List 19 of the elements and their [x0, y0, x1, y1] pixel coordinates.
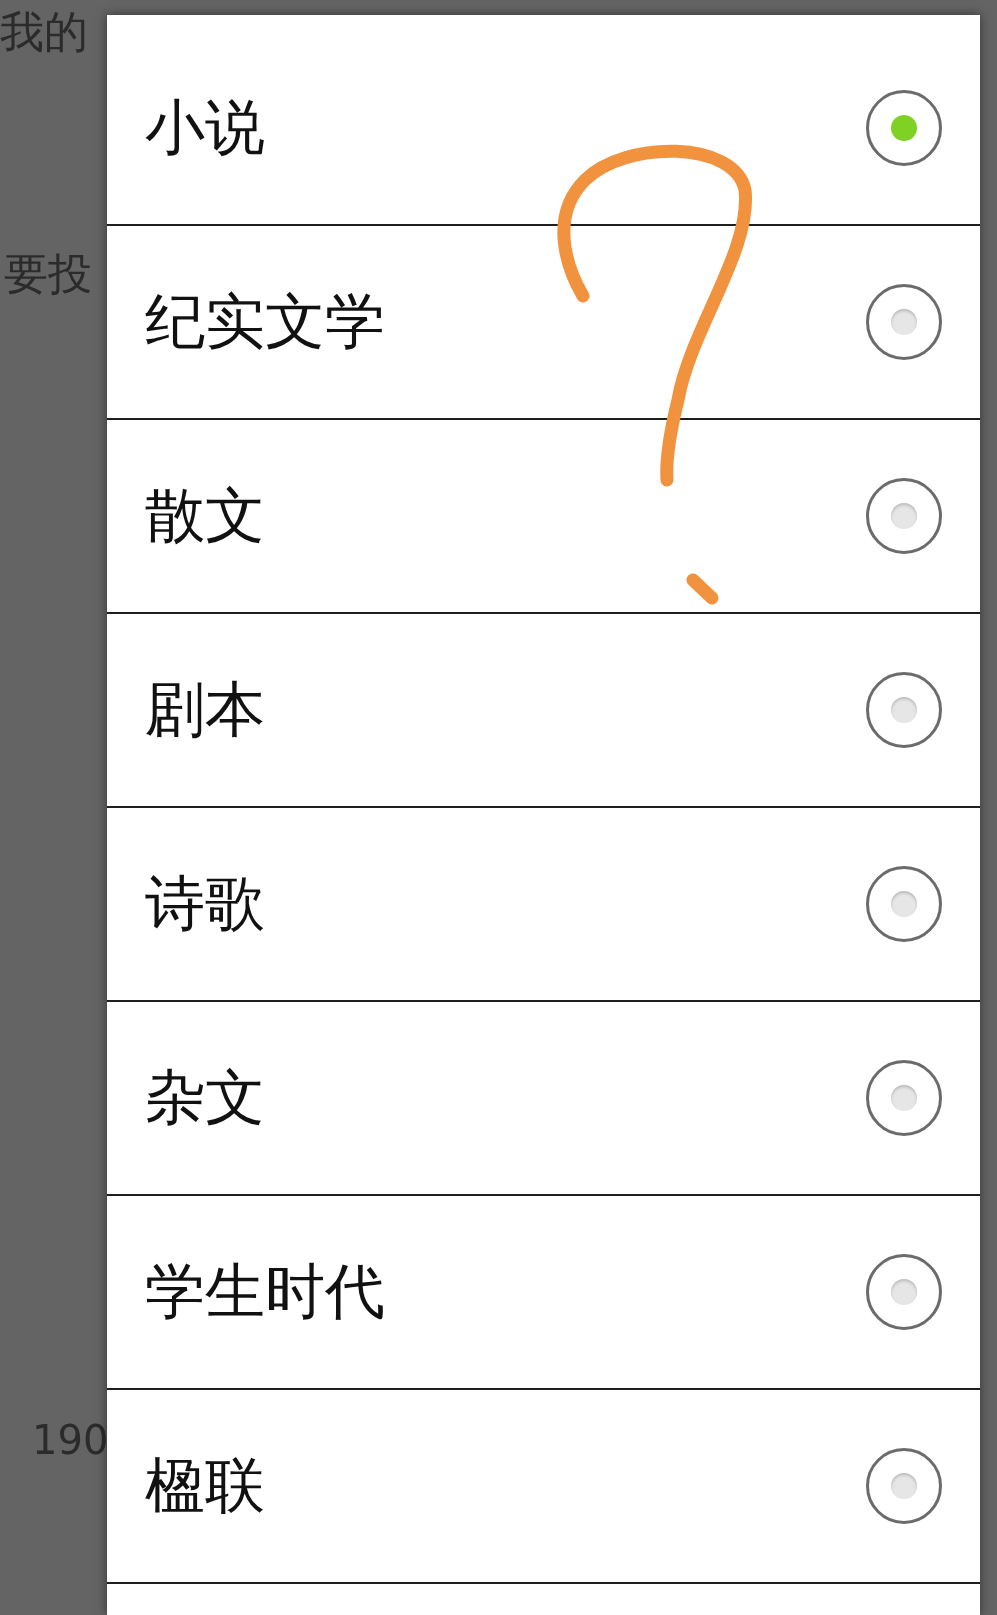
option-label: 散文	[145, 478, 266, 552]
radio-button[interactable]	[866, 1448, 942, 1524]
option-label: 诗歌	[145, 866, 266, 940]
option-label: 学生时代	[145, 1254, 386, 1328]
radio-button[interactable]	[866, 1254, 942, 1330]
radio-button[interactable]	[866, 284, 942, 360]
radio-button[interactable]	[866, 866, 942, 942]
radio-button[interactable]	[866, 672, 942, 748]
option-label: 小说	[145, 90, 266, 164]
radio-button[interactable]	[866, 1060, 942, 1136]
option-label: 剧本	[145, 672, 266, 746]
radio-button[interactable]	[866, 478, 942, 554]
option-label: 杂文	[145, 1060, 266, 1134]
background-text: 要投	[4, 250, 92, 299]
radio-button[interactable]	[866, 90, 942, 166]
option-label: 纪实文学	[145, 284, 386, 358]
background-text: 我的	[0, 8, 88, 57]
background-text: 190	[32, 1418, 109, 1462]
option-label: 楹联	[145, 1448, 266, 1522]
